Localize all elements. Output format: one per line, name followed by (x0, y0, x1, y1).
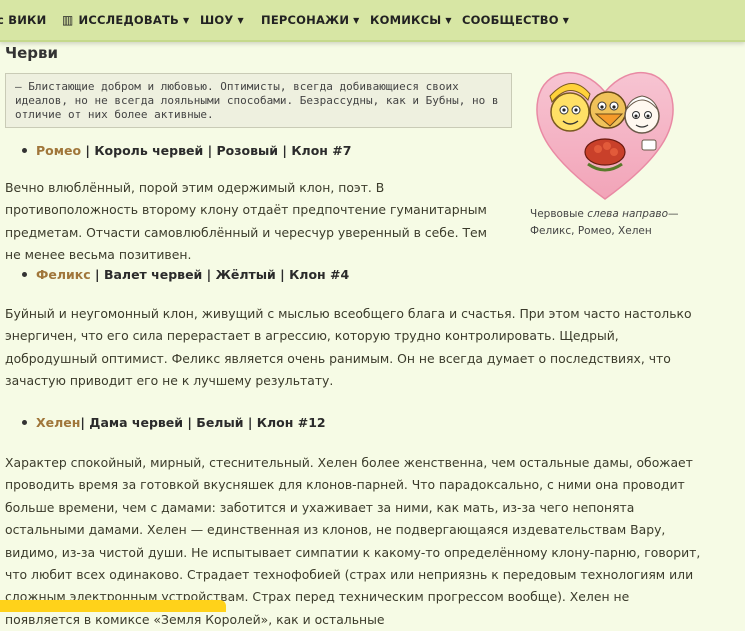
bullet-icon (22, 420, 27, 425)
character-info: | Валет червей | Жёлтый | Клон #4 (90, 267, 350, 282)
character-description: Буйный и неугомонный клон, живущий с мыс… (5, 306, 692, 389)
character-link-romeo[interactable]: Ромео (36, 143, 81, 158)
nav-item-comics[interactable]: КОМИКСЫ ▼ (370, 13, 452, 27)
bottom-toolbar[interactable] (0, 600, 226, 612)
nav-item-comics-label: КОМИКСЫ (370, 13, 442, 27)
explore-icon: ▥ (62, 13, 74, 27)
nav-item-wiki-label: ВИКИ (8, 13, 47, 27)
character-link-felix[interactable]: Феликс (36, 267, 91, 282)
chevron-down-icon: ▼ (353, 16, 360, 25)
nav-item-characters-label: ПЕРСОНАЖИ (261, 13, 350, 27)
chevron-down-icon: ▼ (237, 16, 244, 25)
nav-item-shows[interactable]: ШОУ ▼ (200, 13, 244, 27)
chevron-down-icon: ▼ (182, 16, 190, 25)
section-title: Черви (5, 44, 59, 62)
top-navigation-bar: с ВИКИ ▥ ИССЛЕДОВАТЬ ▼ ШОУ ▼ ПЕРСОНАЖИ ▼ КОМ… (0, 0, 745, 42)
caption-text: Червовые (530, 208, 584, 220)
character-description: Вечно влюблённый, порой этим одержимый к… (5, 180, 487, 263)
caption-italic: слева направо (587, 208, 668, 220)
nav-item-community-label: СООБЩЕСТВО (462, 13, 559, 27)
list-item-romeo: Ромео | Король червей | Розовый | Клон #… (22, 143, 351, 158)
character-link-helen[interactable]: Хелен (36, 415, 80, 430)
article-content: Черви — Блистающие добром и любовью. Опт… (0, 42, 745, 627)
bullet-icon (22, 272, 27, 277)
chevron-down-icon: ▼ (562, 16, 570, 25)
nav-item-shows-label: ШОУ (200, 13, 234, 27)
bullet-icon (22, 148, 27, 153)
nav-item-community[interactable]: СООБЩЕСТВО ▼ (462, 13, 569, 27)
nav-item-explore-label: ИССЛЕДОВАТЬ (78, 13, 179, 27)
nav-item-wiki-prefix: с (0, 13, 5, 27)
nav-item-explore[interactable]: ▥ ИССЛЕДОВАТЬ ▼ (62, 13, 189, 27)
chevron-down-icon: ▼ (445, 16, 452, 25)
nav-item-wiki[interactable]: с ВИКИ (0, 13, 46, 27)
list-item-helen: Хелен| Дама червей | Белый | Клон #12 (22, 415, 326, 430)
character-info: | Король червей | Розовый | Клон #7 (85, 143, 352, 158)
list-item-felix: Феликс | Валет червей | Жёлтый | Клон #4 (22, 267, 349, 282)
quote-block: — Блистающие добром и любовью. Оптимисты… (5, 73, 512, 128)
character-info: | Дама червей | Белый | Клон #12 (80, 415, 326, 430)
image-caption: Червовые слева направо— Феликс, Ромео, Х… (530, 206, 690, 240)
nav-item-characters[interactable]: ПЕРСОНАЖИ ▼ (261, 13, 360, 27)
hearts-characters-image[interactable] (530, 54, 680, 204)
